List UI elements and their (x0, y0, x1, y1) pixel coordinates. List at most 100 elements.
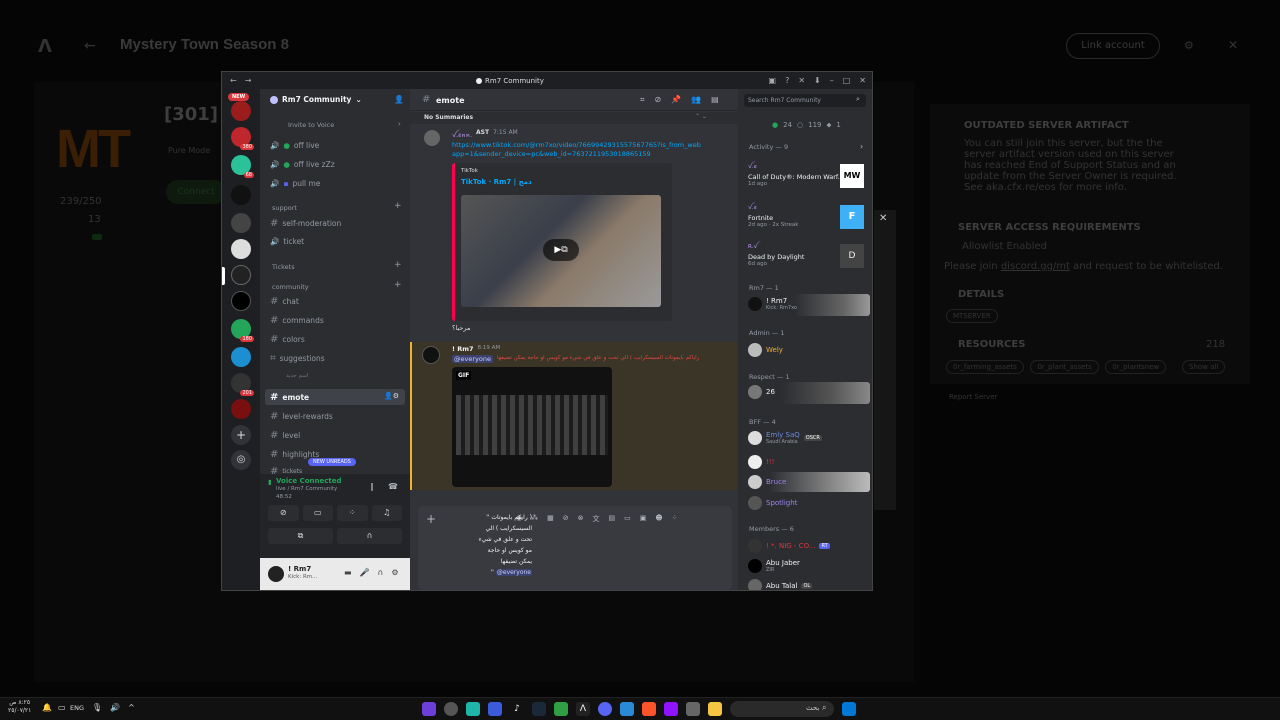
add-channel-icon[interactable]: + (394, 260, 402, 270)
text-channel[interactable]: # commands (270, 315, 324, 326)
discord-icon[interactable] (598, 702, 612, 716)
member-item[interactable]: ! Rm7 Kick: Rm7xo (748, 297, 797, 311)
search-box[interactable]: Search Rm7 Community ⌕ (744, 94, 866, 107)
text-channel[interactable]: # level-rewards (270, 411, 333, 422)
window-close-icon[interactable]: ✕ (859, 76, 866, 85)
headphones-icon[interactable]: ∩ (337, 528, 402, 544)
translate-icon[interactable]: 文 (592, 514, 599, 524)
server-icon[interactable]: 68 (231, 155, 254, 178)
start-icon[interactable] (842, 702, 856, 716)
gif-attachment[interactable]: GIF (452, 367, 612, 487)
member-item[interactable]: Wely (748, 343, 783, 357)
wifi-icon[interactable]: ▭ (58, 703, 66, 712)
server-icon[interactable] (231, 213, 251, 233)
server-icon[interactable] (231, 291, 251, 311)
app-icon[interactable] (554, 702, 568, 716)
resource-tag[interactable]: 0r_plant_assets (1030, 360, 1099, 374)
mute-icon[interactable]: ⊘ (563, 514, 569, 524)
mic-tray-icon[interactable]: 🎙 (92, 703, 102, 712)
resource-tag[interactable]: 0r_farming_assets (946, 360, 1024, 374)
add-channel-icon[interactable]: + (394, 280, 402, 290)
tools-icon[interactable]: ✕ (798, 76, 805, 85)
help-icon[interactable]: ? (785, 76, 789, 85)
voice-channel[interactable]: 🔊 ticket (270, 237, 304, 246)
no-summaries[interactable]: No Summaries (424, 114, 473, 121)
category-community[interactable]: community (272, 283, 309, 291)
author-avatar[interactable] (424, 130, 440, 146)
server-icon[interactable]: 180 (231, 319, 254, 342)
stream-icon[interactable]: ⧉ (268, 528, 333, 544)
noise-suppression-icon[interactable]: ∥ (370, 482, 374, 491)
forward-icon[interactable]: → (245, 76, 252, 85)
sticker-icon[interactable]: ▣ (640, 514, 647, 524)
activity-card[interactable]: R.ꪜ Dead by Daylight 6d ago D (748, 242, 868, 274)
mute-icon[interactable]: ⊘ (655, 95, 662, 105)
thread-item[interactable]: اسم جديد (286, 373, 308, 379)
server-icon[interactable] (231, 101, 251, 121)
inbox-icon[interactable]: ▣ (769, 76, 777, 85)
app-icon[interactable]: ⁂ (531, 514, 538, 524)
discord-link[interactable]: discord.gg/mt (1001, 261, 1070, 272)
server-icon[interactable] (231, 399, 251, 419)
member-item[interactable]: Bruce (748, 475, 786, 489)
settings-icon[interactable]: ⚙ (1184, 39, 1194, 52)
forum-channel[interactable]: ⌗ suggestions (270, 353, 325, 364)
screen-share-icon[interactable]: ▭ (302, 505, 333, 521)
deafen-icon[interactable]: ∩ (378, 568, 384, 577)
voice-connected-label[interactable]: Voice Connected (276, 477, 342, 485)
voice-channel[interactable]: 🔊 ● off live (270, 141, 319, 150)
back-icon[interactable]: ← (230, 76, 237, 85)
activity-card[interactable]: ꪜ.ꫀ Call of Duty®: Modern Warf... 1d ago… (748, 162, 868, 194)
user-settings-icon[interactable]: ⚙ (391, 568, 398, 577)
search-input[interactable]: Search Rm7 Community (748, 97, 821, 104)
language-indicator[interactable]: ENG (70, 704, 84, 712)
selected-channel[interactable]: # emote (270, 392, 309, 403)
app-icon[interactable] (488, 702, 502, 716)
soundboard-icon[interactable]: ♫ (371, 505, 402, 521)
category-tickets[interactable]: Tickets (272, 263, 295, 271)
clock[interactable]: ٨:٢٥ ص ٢٥/٠٧/٢١ (8, 699, 31, 715)
app-icon[interactable] (664, 702, 678, 716)
server-name[interactable]: Rm7 Community (282, 95, 351, 104)
add-friend-icon[interactable]: 👤 (394, 95, 404, 104)
author-name[interactable]: ! Rm7 (452, 345, 474, 353)
video-thumbnail[interactable]: ▶⧉ (461, 195, 661, 307)
app-icon[interactable] (620, 702, 634, 716)
gamepad-icon[interactable]: ▬ (344, 568, 352, 577)
member-item[interactable]: ! *. NIG - CO... RT (748, 539, 830, 553)
download-icon[interactable]: ⬇ (814, 76, 821, 85)
text-channel[interactable]: # level (270, 430, 300, 441)
add-attachment-icon[interactable]: + (426, 512, 436, 526)
mtserver-tag[interactable]: MTSERVER (946, 309, 998, 323)
calendar-icon[interactable]: ▦ (547, 514, 554, 524)
notification-icon[interactable]: 🔔 (42, 703, 52, 712)
user-name[interactable]: ! Rm7 (288, 565, 311, 573)
tiktok-link[interactable]: https://www.tiktok.com/@rm7xo/video/7669… (452, 141, 702, 159)
category-support[interactable]: support (272, 204, 297, 212)
voice-channel[interactable]: 🔊 ● off live zZz (270, 160, 335, 169)
search-icon[interactable]: ⌕ (856, 95, 860, 104)
taskbar-search[interactable]: بحث ⌕ (730, 701, 834, 717)
play-icon[interactable]: ▶⧉ (543, 239, 579, 261)
activity-card[interactable]: ꪜ.ꫀ Fortnite 2d ago · 2x Streak F (748, 203, 868, 235)
server-icon[interactable] (231, 239, 251, 259)
server-icon[interactable]: 380 (231, 127, 254, 150)
report-server-link[interactable]: Report Server (949, 393, 997, 401)
members-icon[interactable]: 👥 (691, 95, 701, 105)
server-icon[interactable] (231, 185, 251, 205)
chevron-down-icon[interactable]: ⌄ (355, 95, 361, 104)
gift-icon[interactable]: ▤ (608, 514, 615, 524)
camera-off-icon[interactable]: ⊘ (268, 505, 299, 521)
block-icon[interactable]: ⊗ (578, 514, 584, 524)
server-icon[interactable]: 201 (231, 373, 254, 396)
member-item[interactable]: Abu Talal OL (748, 579, 813, 590)
inbox-small-icon[interactable]: ▤ (711, 95, 719, 105)
text-channel[interactable]: # self-moderation (270, 218, 341, 229)
back-arrow-icon[interactable]: ← (84, 38, 96, 54)
everyone-mention[interactable]: @everyone (452, 355, 493, 363)
member-item[interactable]: Abu Jaber ZIR (748, 559, 800, 573)
pin-icon[interactable]: 📌 (671, 95, 681, 105)
minimize-icon[interactable]: – (830, 76, 834, 85)
steam-icon[interactable] (532, 702, 546, 716)
app-icon[interactable] (686, 702, 700, 716)
